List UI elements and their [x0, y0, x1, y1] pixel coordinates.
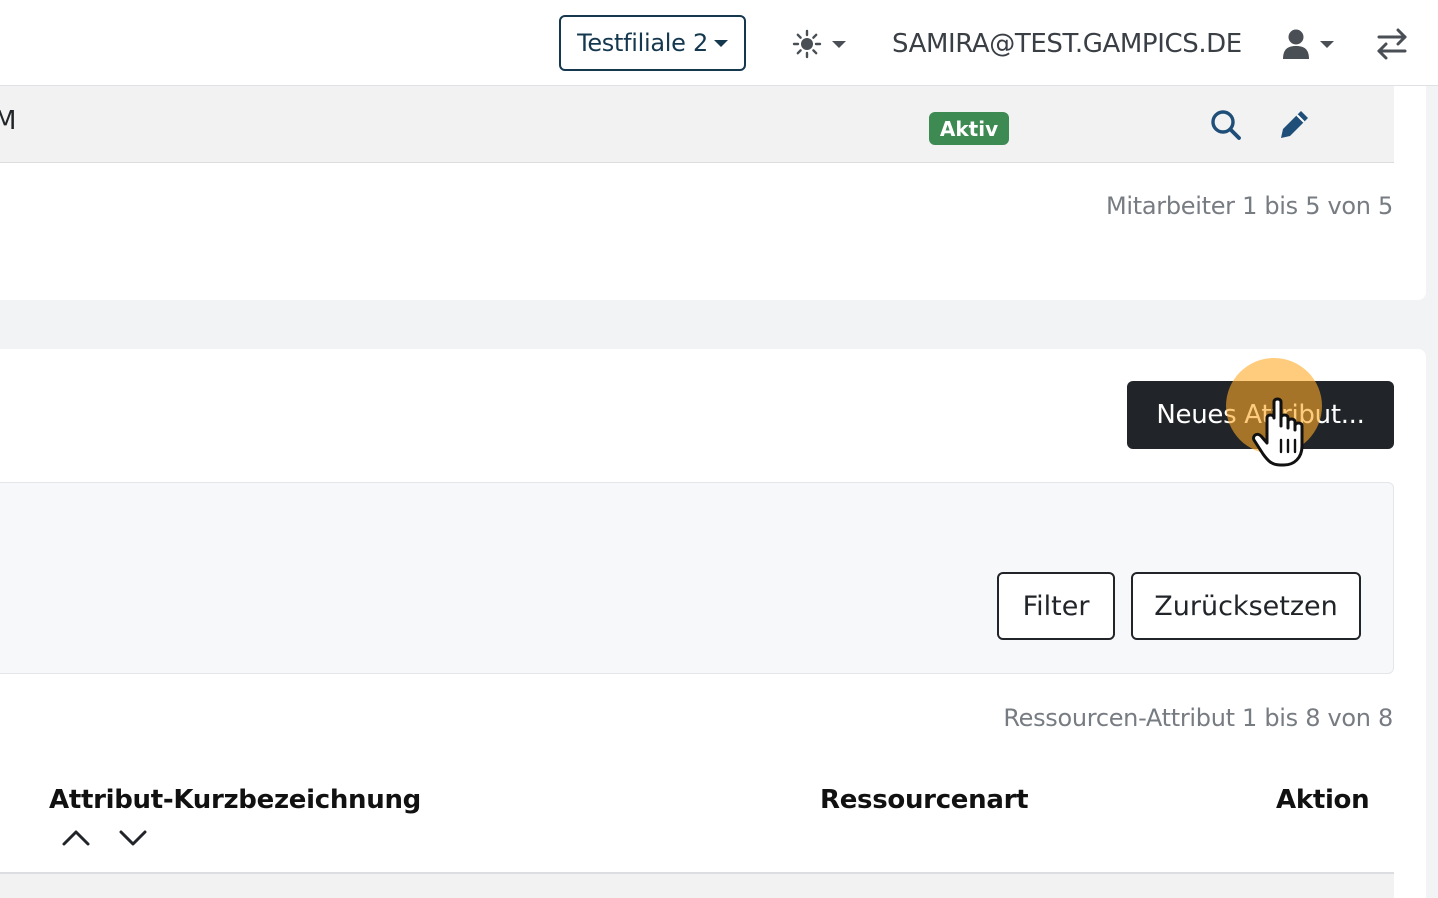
chevron-down-icon — [832, 40, 846, 48]
table-row: M Aktiv — [0, 86, 1394, 163]
sort-descending-button[interactable] — [118, 827, 148, 849]
chevron-down-icon — [1320, 40, 1334, 48]
user-menu-dropdown[interactable] — [1282, 26, 1346, 62]
branch-select-label: Testfiliale 2 — [577, 29, 708, 57]
search-icon — [1211, 110, 1241, 140]
chevron-down-icon — [713, 39, 728, 47]
staff-pagination-count: Mitarbeiter 1 bis 5 von 5 — [1105, 192, 1393, 220]
filter-button[interactable]: Filter — [997, 572, 1115, 640]
attribute-pagination-count: Ressourcen-Attribut 1 bis 8 von 8 — [1003, 704, 1393, 732]
staff-card: M Aktiv Mitarbeiter 1 bis 5 von 5 — [0, 86, 1426, 300]
column-header-resource-type: Ressourcenart — [820, 785, 1029, 815]
sun-icon — [792, 29, 822, 59]
edit-button[interactable] — [1276, 107, 1312, 143]
reset-button[interactable]: Zurücksetzen — [1131, 572, 1361, 640]
pencil-icon — [1281, 111, 1308, 138]
chevron-down-icon — [119, 830, 147, 846]
status-badge: Aktiv — [929, 112, 1009, 145]
sort-ascending-button[interactable] — [61, 827, 91, 849]
column-header-action: Aktion — [1276, 785, 1370, 815]
top-navbar: Testfiliale 2 SAMIRA@TEST.GAMPICS.DE — [0, 0, 1438, 86]
user-email: SAMIRA@TEST.GAMPICS.DE — [892, 29, 1242, 59]
row-name-cell: M — [0, 106, 17, 136]
view-button[interactable] — [1208, 107, 1244, 143]
new-attribute-button[interactable]: Neues Attribut... — [1127, 381, 1394, 449]
table-row — [0, 874, 1394, 898]
branch-select-dropdown[interactable]: Testfiliale 2 — [559, 15, 746, 71]
filter-panel: Filter Zurücksetzen — [0, 482, 1394, 674]
user-icon — [1283, 29, 1309, 59]
chevron-up-icon — [62, 830, 90, 846]
theme-toggle-dropdown[interactable] — [792, 26, 856, 62]
arrows-swap-icon[interactable] — [1374, 26, 1410, 62]
attributes-card: Neues Attribut... Filter Zurücksetzen Re… — [0, 349, 1426, 898]
column-header-short-name[interactable]: Attribut-Kurzbezeichnung — [49, 785, 421, 815]
